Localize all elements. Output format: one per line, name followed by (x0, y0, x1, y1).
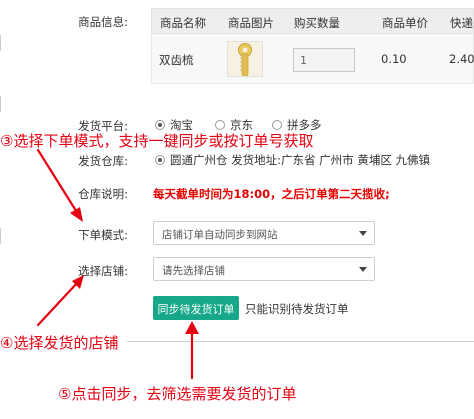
annotation-arrows (36, 148, 199, 380)
arrow-step3-line (36, 148, 80, 216)
arrow-step3-head (70, 207, 83, 222)
arrow-step4-line (36, 280, 80, 327)
arrow-step5-head (185, 321, 199, 334)
